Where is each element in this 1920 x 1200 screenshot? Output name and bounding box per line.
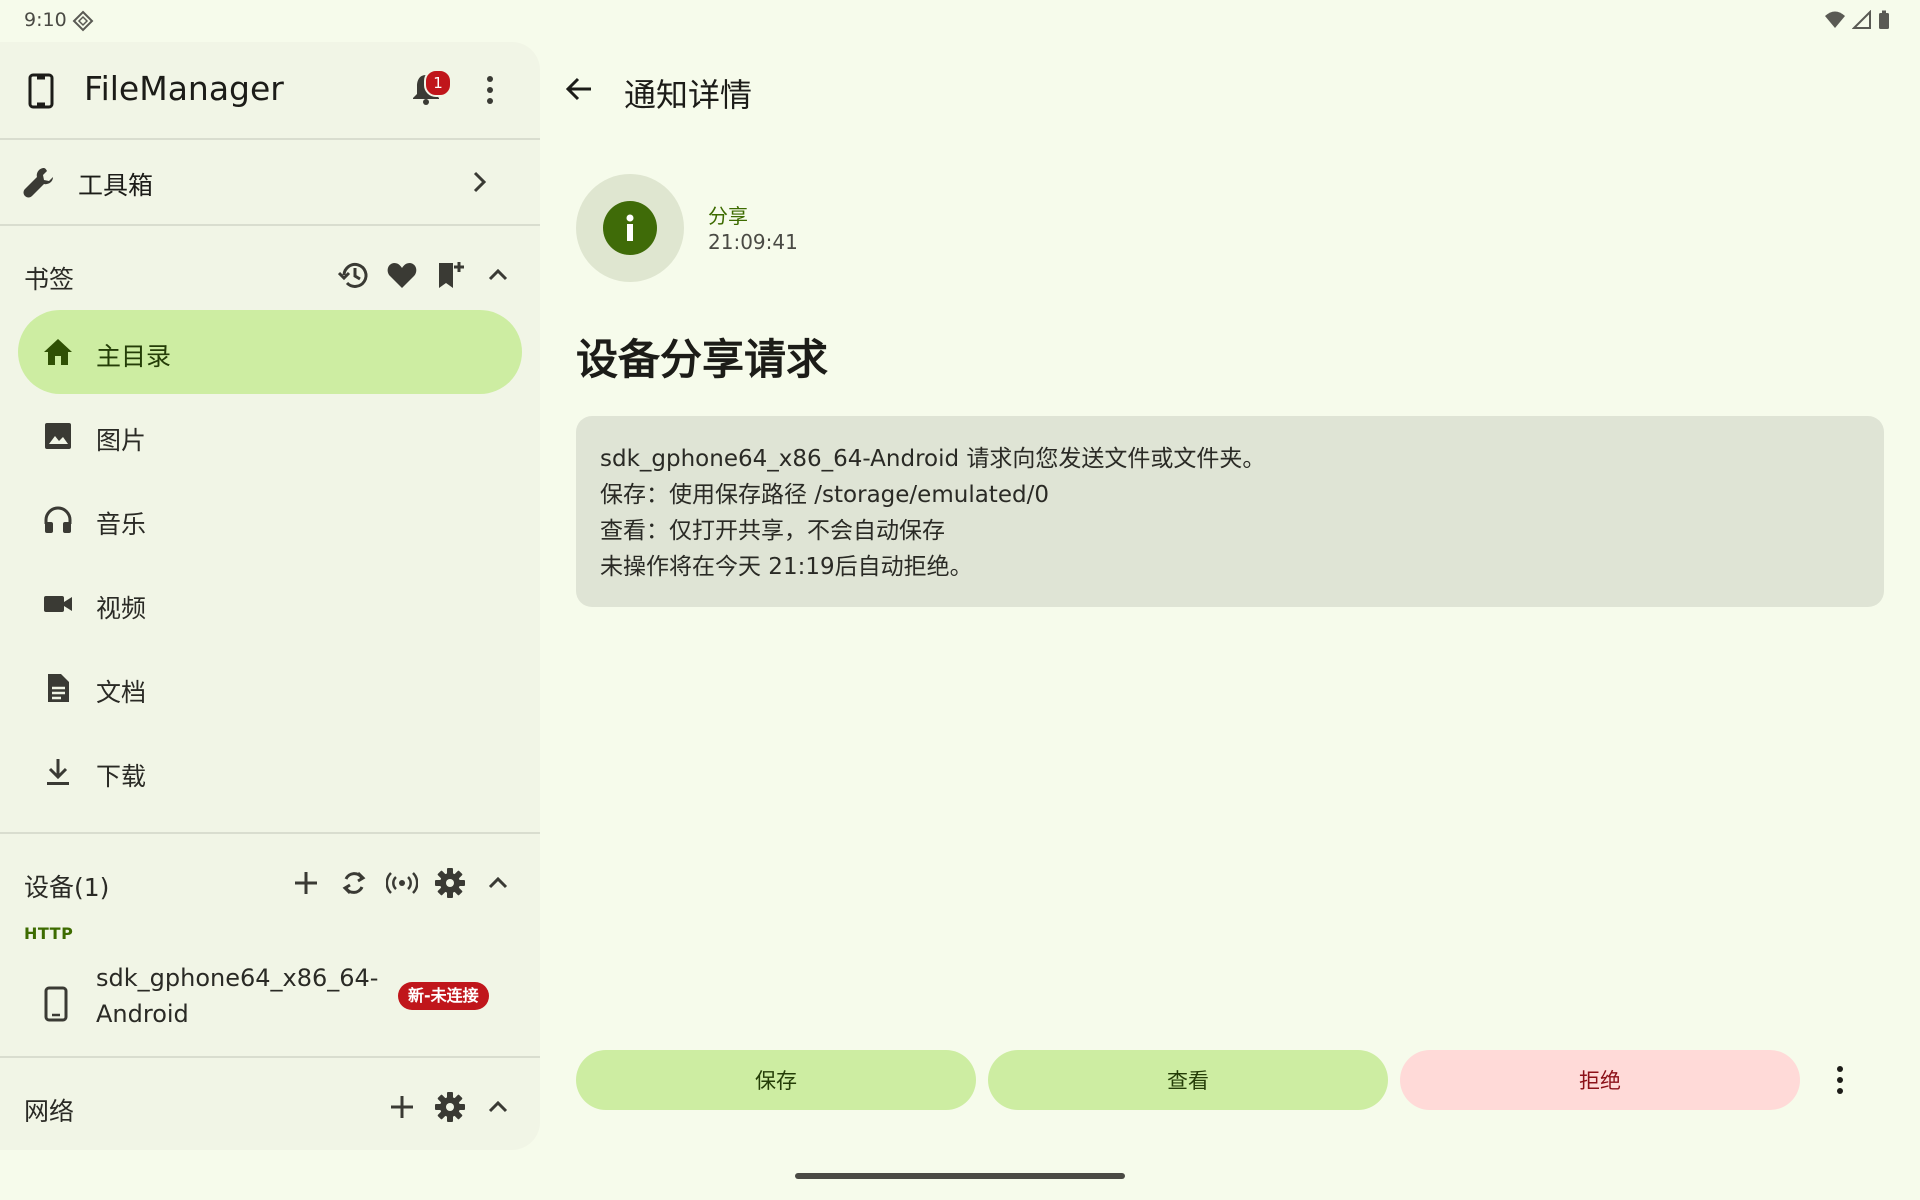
view-button[interactable]: 查看 bbox=[988, 1050, 1388, 1110]
info-icon bbox=[603, 201, 657, 255]
connection-status-badge: 新-未连接 bbox=[398, 982, 489, 1010]
device-item[interactable]: sdk_gphone64_x86_64-Android 新-未连接 bbox=[0, 952, 540, 1062]
bookmark-label: 视频 bbox=[96, 594, 147, 623]
download-icon bbox=[42, 756, 74, 788]
home-indicator[interactable] bbox=[795, 1173, 1125, 1179]
home-icon bbox=[42, 336, 74, 368]
bookmark-item-music[interactable]: 音乐 bbox=[18, 478, 522, 562]
collapse-chevron-up-icon[interactable] bbox=[482, 1091, 514, 1123]
status-bar: 9:10 bbox=[0, 0, 1920, 42]
notification-avatar bbox=[576, 174, 684, 282]
bookmark-item-videos[interactable]: 视频 bbox=[18, 562, 522, 646]
add-icon[interactable] bbox=[290, 867, 322, 899]
drawer-header: FileManager 1 bbox=[0, 42, 540, 138]
notification-time: 21:09:41 bbox=[708, 230, 798, 254]
save-button[interactable]: 保存 bbox=[576, 1050, 976, 1110]
bookmark-label: 音乐 bbox=[96, 510, 147, 539]
sync-icon[interactable] bbox=[338, 867, 370, 899]
settings-gear-icon[interactable] bbox=[434, 867, 466, 899]
bookmark-item-home[interactable]: 主目录 bbox=[18, 310, 522, 394]
notification-type: 分享 bbox=[708, 204, 748, 228]
collapse-chevron-up-icon[interactable] bbox=[482, 867, 514, 899]
signal-icon bbox=[1852, 10, 1872, 30]
message-line: 未操作将在今天 21:19后自动拒绝。 bbox=[600, 554, 973, 580]
wifi-icon bbox=[1824, 10, 1846, 30]
more-vert-icon[interactable] bbox=[1834, 1064, 1846, 1096]
page-title: 通知详情 bbox=[624, 76, 753, 114]
navigation-drawer: FileManager 1 工具箱 书签 主目录 图片 音乐 视频 文档 下载 … bbox=[0, 42, 540, 1150]
toolbox-row[interactable]: 工具箱 bbox=[0, 140, 540, 224]
bookmarks-title: 书签 bbox=[24, 265, 75, 294]
detail-top-bar: 通知详情 bbox=[540, 42, 1920, 138]
favorite-heart-icon[interactable] bbox=[386, 259, 418, 291]
bookmark-item-documents[interactable]: 文档 bbox=[18, 646, 522, 730]
bookmark-label: 文档 bbox=[96, 678, 147, 707]
back-arrow-icon[interactable] bbox=[564, 74, 594, 104]
toolbox-label: 工具箱 bbox=[78, 171, 154, 200]
more-vert-icon[interactable] bbox=[484, 74, 496, 106]
message-line: 保存：使用保存路径 /storage/emulated/0 bbox=[600, 482, 1049, 508]
divider bbox=[0, 1056, 540, 1058]
bookmark-label: 下载 bbox=[96, 762, 147, 791]
add-bookmark-icon[interactable] bbox=[434, 259, 466, 291]
image-icon bbox=[42, 420, 74, 452]
notification-badge: 1 bbox=[424, 69, 452, 97]
bookmarks-header: 书签 bbox=[0, 240, 540, 310]
phone-icon bbox=[28, 73, 54, 109]
reject-button[interactable]: 拒绝 bbox=[1400, 1050, 1800, 1110]
network-header: 网络 bbox=[0, 1072, 540, 1142]
bookmark-label: 主目录 bbox=[96, 342, 172, 371]
collapse-chevron-up-icon[interactable] bbox=[482, 259, 514, 291]
message-line: 查看：仅打开共享，不会自动保存 bbox=[600, 518, 945, 544]
videocam-icon bbox=[42, 588, 74, 620]
document-icon bbox=[42, 672, 74, 704]
network-title: 网络 bbox=[24, 1097, 75, 1126]
notification-message-card: sdk_gphone64_x86_64-Android 请求向您发送文件或文件夹… bbox=[576, 416, 1884, 607]
bookmark-item-downloads[interactable]: 下载 bbox=[18, 730, 522, 814]
device-name: sdk_gphone64_x86_64-Android bbox=[96, 964, 379, 1028]
add-icon[interactable] bbox=[386, 1091, 418, 1123]
app-title: FileManager bbox=[84, 69, 284, 108]
headphones-icon bbox=[42, 504, 74, 536]
divider bbox=[0, 224, 540, 226]
bookmark-item-images[interactable]: 图片 bbox=[18, 394, 522, 478]
protocol-label: HTTP bbox=[24, 924, 74, 943]
chevron-right-icon bbox=[472, 170, 488, 194]
notification-heading: 设备分享请求 bbox=[576, 335, 829, 384]
settings-gear-icon[interactable] bbox=[434, 1091, 466, 1123]
history-icon[interactable] bbox=[338, 259, 370, 291]
devices-title: 设备(1) bbox=[24, 873, 110, 902]
wrench-icon bbox=[22, 165, 58, 201]
smartphone-icon bbox=[44, 986, 68, 1022]
devices-header: 设备(1) bbox=[0, 848, 540, 918]
battery-icon bbox=[1878, 10, 1890, 30]
status-time: 9:10 bbox=[24, 9, 67, 31]
status-notification-icon bbox=[72, 10, 94, 32]
message-line: sdk_gphone64_x86_64-Android 请求向您发送文件或文件夹… bbox=[600, 446, 1266, 472]
broadcast-icon[interactable] bbox=[386, 867, 418, 899]
bookmark-label: 图片 bbox=[96, 426, 147, 455]
divider bbox=[0, 832, 540, 834]
